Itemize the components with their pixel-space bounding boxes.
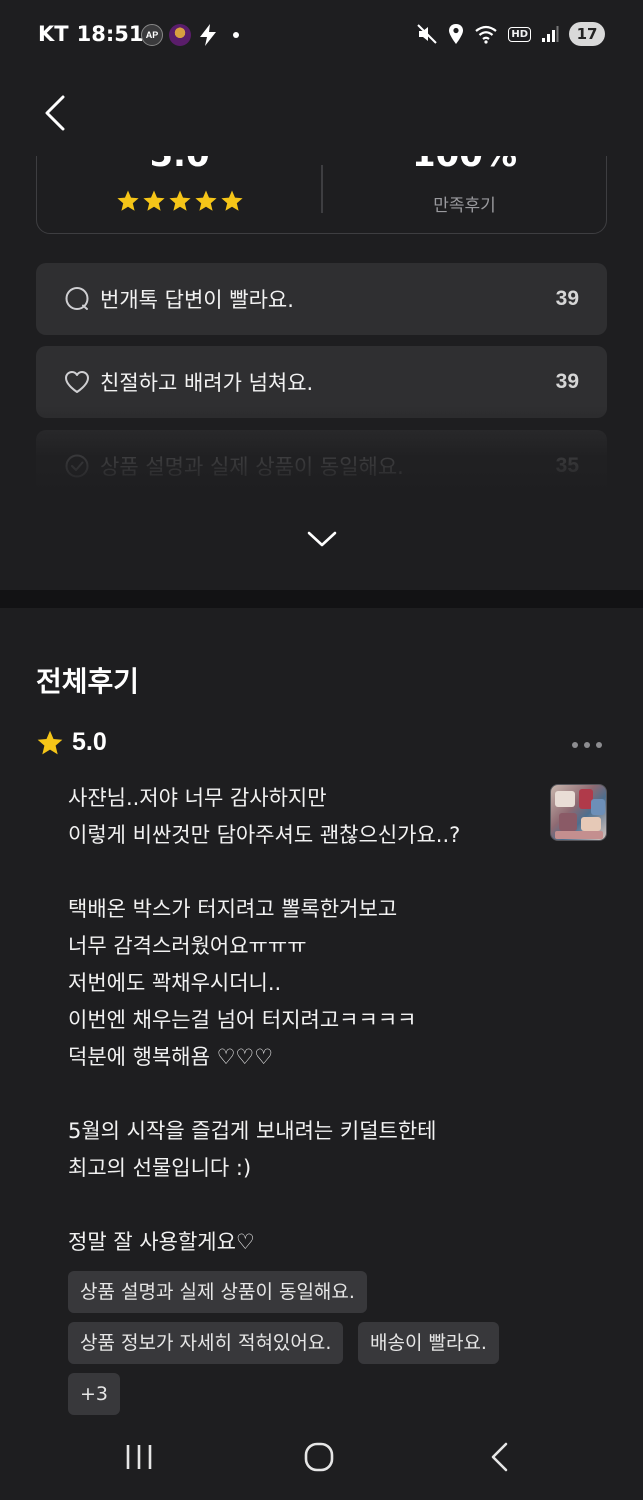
star-icon [168,190,191,211]
satisfaction-label: 만족후기 [433,196,496,216]
review-line: 덕분에 행복해욤 ♡♡♡ [68,1045,274,1069]
status-left: KT 18:51 [38,22,143,46]
review-line: 택배온 박스가 터지려고 뽈록한거보고 [68,897,398,921]
review-tag: 상품 정보가 자세히 적혀있어요. [68,1322,344,1364]
more-options-button[interactable] [565,732,609,758]
star-icon [116,190,139,211]
clock: 18:51 [76,22,144,46]
review-tag: 상품 설명과 실제 상품이 동일해요. [68,1271,367,1313]
notification-icons: AP [141,23,239,47]
review-line: 저번에도 꽉채우시더니.. [68,971,282,995]
dot-icon [584,742,590,748]
star-icon [37,730,63,754]
average-rating-column: 5.0 [37,156,322,233]
keyword-count: 39 [555,287,579,310]
keyword-label: 친절하고 배려가 넘쳐요. [100,371,314,395]
game-app-icon [169,24,191,46]
review-line [68,1187,538,1224]
chevron-down-icon [307,531,337,547]
lightning-icon [200,24,216,46]
keyword-label: 상품 설명과 실제 상품이 동일해요. [100,455,404,479]
back-arrow-icon [491,1442,508,1472]
review-line [68,854,538,891]
dot-icon [596,742,602,748]
check-circle-icon [64,453,90,479]
chat-bubble-icon [64,286,90,312]
more-notifications-dot-icon [233,32,239,38]
wifi-icon [475,25,498,44]
ap-app-icon: AP [141,24,163,46]
keyword-count: 39 [555,370,579,393]
back-button[interactable] [30,88,80,138]
review-summary: 5.0 100% 만족후기 번개톡 답변이 빨라요. 39 친절하고 배려가 넘… [0,156,643,496]
recent-apps-icon [126,1445,152,1469]
review-body: 사쟌님..저야 너무 감사하지만 이렇게 비싼것만 담아주셔도 괜찮으신가요..… [68,780,538,1261]
system-icons: HD 17 [416,22,605,46]
satisfaction-rate: 100% [322,156,607,175]
review-line [68,1076,538,1113]
dot-icon [572,742,578,748]
review-line: 최고의 선물입니다 :) [68,1156,252,1180]
section-divider [0,590,643,608]
expand-keywords-button[interactable] [296,516,348,562]
nav-back-button[interactable] [469,1432,529,1482]
rating-summary-card: 5.0 100% 만족후기 [36,156,607,234]
section-title: 전체후기 [36,665,140,698]
location-icon [449,24,464,44]
review-line: 너무 감격스러웠어요ㅠㅠㅠ [68,934,307,958]
rating-stars [37,189,322,213]
review-photo-thumbnail[interactable] [550,784,607,841]
satisfaction-column: 100% 만족후기 [322,156,607,233]
top-nav [0,72,643,156]
carrier-label: KT [38,22,69,46]
keyword-item[interactable]: 친절하고 배려가 넘쳐요. 39 [36,346,607,418]
home-icon [304,1442,334,1472]
mute-icon [417,24,438,44]
review-score: 5.0 [72,728,107,756]
keyword-label: 번개톡 답변이 빨라요. [100,288,294,312]
star-icon [194,190,217,211]
review-line: 사쟌님..저야 너무 감사하지만 [68,786,327,810]
keyword-count: 35 [555,454,579,477]
signal-icon [542,26,559,42]
chevron-left-icon [45,95,65,131]
keyword-item[interactable]: 상품 설명과 실제 상품이 동일해요. 35 [36,430,607,496]
battery-indicator: 17 [569,22,605,46]
home-button[interactable] [289,1432,349,1482]
review-line: 이번엔 채우는걸 넘어 터지려고ㅋㅋㅋㅋ [68,1008,417,1032]
hd-voice-icon: HD [508,26,531,42]
heart-icon [64,369,90,395]
more-tags-badge[interactable]: +3 [68,1373,121,1415]
review-tag: 배송이 빨라요. [358,1322,499,1364]
keyword-item[interactable]: 번개톡 답변이 빨라요. 39 [36,263,607,335]
review-line: 정말 잘 사용할게요♡ [68,1230,255,1254]
status-bar: KT 18:51 AP HD 17 [0,0,643,72]
review-line: 이렇게 비싼것만 담아주셔도 괜찮으신가요..? [68,823,461,847]
recent-apps-button[interactable] [109,1432,169,1482]
system-nav-bar [0,1420,643,1500]
review-line: 5월의 시작을 즐겁게 보내려는 키덜트한테 [68,1119,437,1143]
review-rating: 5.0 [36,728,107,757]
average-rating: 5.0 [37,156,322,175]
star-icon [142,190,165,211]
star-icon [220,190,243,211]
